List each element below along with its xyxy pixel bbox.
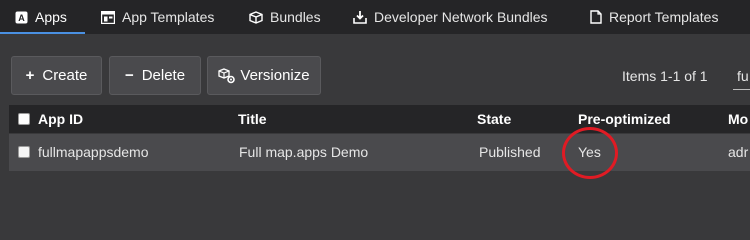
app-templates-icon — [101, 10, 115, 24]
table-header: App ID Title State Pre-optimized Mo — [9, 105, 750, 133]
tab-developer-network-bundles-label: Developer Network Bundles — [374, 9, 548, 25]
tab-bundles[interactable]: Bundles — [249, 0, 321, 34]
row-checkbox[interactable] — [18, 146, 30, 158]
tab-report-templates[interactable]: Report Templates — [590, 0, 718, 34]
tab-report-templates-label: Report Templates — [609, 9, 719, 25]
tab-app-templates-label: App Templates — [122, 9, 215, 25]
minus-icon: − — [124, 67, 134, 84]
active-tab-indicator — [0, 32, 85, 34]
filter-input[interactable] — [733, 62, 750, 90]
tab-app-templates[interactable]: App Templates — [101, 0, 214, 34]
tab-apps-label: Apps — [35, 9, 67, 25]
tab-bundles-label: Bundles — [270, 9, 321, 25]
svg-text:A: A — [18, 13, 25, 23]
select-all-checkbox[interactable] — [18, 113, 30, 125]
tab-apps[interactable]: A Apps — [0, 0, 85, 34]
cell-app-id: fullmapappsdemo — [38, 144, 149, 160]
delete-button[interactable]: − Delete — [109, 56, 201, 95]
column-header-title[interactable]: Title — [238, 105, 267, 133]
versionize-button[interactable]: Versionize — [207, 56, 321, 95]
delete-button-label: Delete — [141, 67, 186, 84]
highlight-circle — [562, 127, 618, 179]
cell-title: Full map.apps Demo — [239, 144, 369, 160]
items-count: Items 1-1 of 1 — [622, 68, 708, 84]
download-icon — [353, 11, 367, 24]
cell-mo: adr — [728, 144, 749, 160]
document-icon — [590, 10, 602, 24]
column-header-state[interactable]: State — [477, 105, 511, 133]
create-button[interactable]: + Create — [11, 56, 102, 95]
column-header-app-id[interactable]: App ID — [38, 105, 83, 133]
bundles-icon — [249, 10, 263, 24]
column-header-mo[interactable]: Mo — [728, 105, 748, 133]
cell-state: Published — [479, 144, 541, 160]
plus-icon: + — [25, 67, 35, 84]
create-button-label: Create — [42, 67, 88, 84]
apps-icon: A — [15, 11, 28, 23]
table-row[interactable]: fullmapappsdemo Full map.apps Demo Publi… — [9, 134, 750, 171]
top-tab-bar: A Apps App Templates Bundles Developer N… — [0, 0, 750, 34]
versionize-button-label: Versionize — [240, 67, 310, 84]
tab-developer-network-bundles[interactable]: Developer Network Bundles — [353, 0, 548, 34]
versionize-icon — [218, 67, 236, 83]
